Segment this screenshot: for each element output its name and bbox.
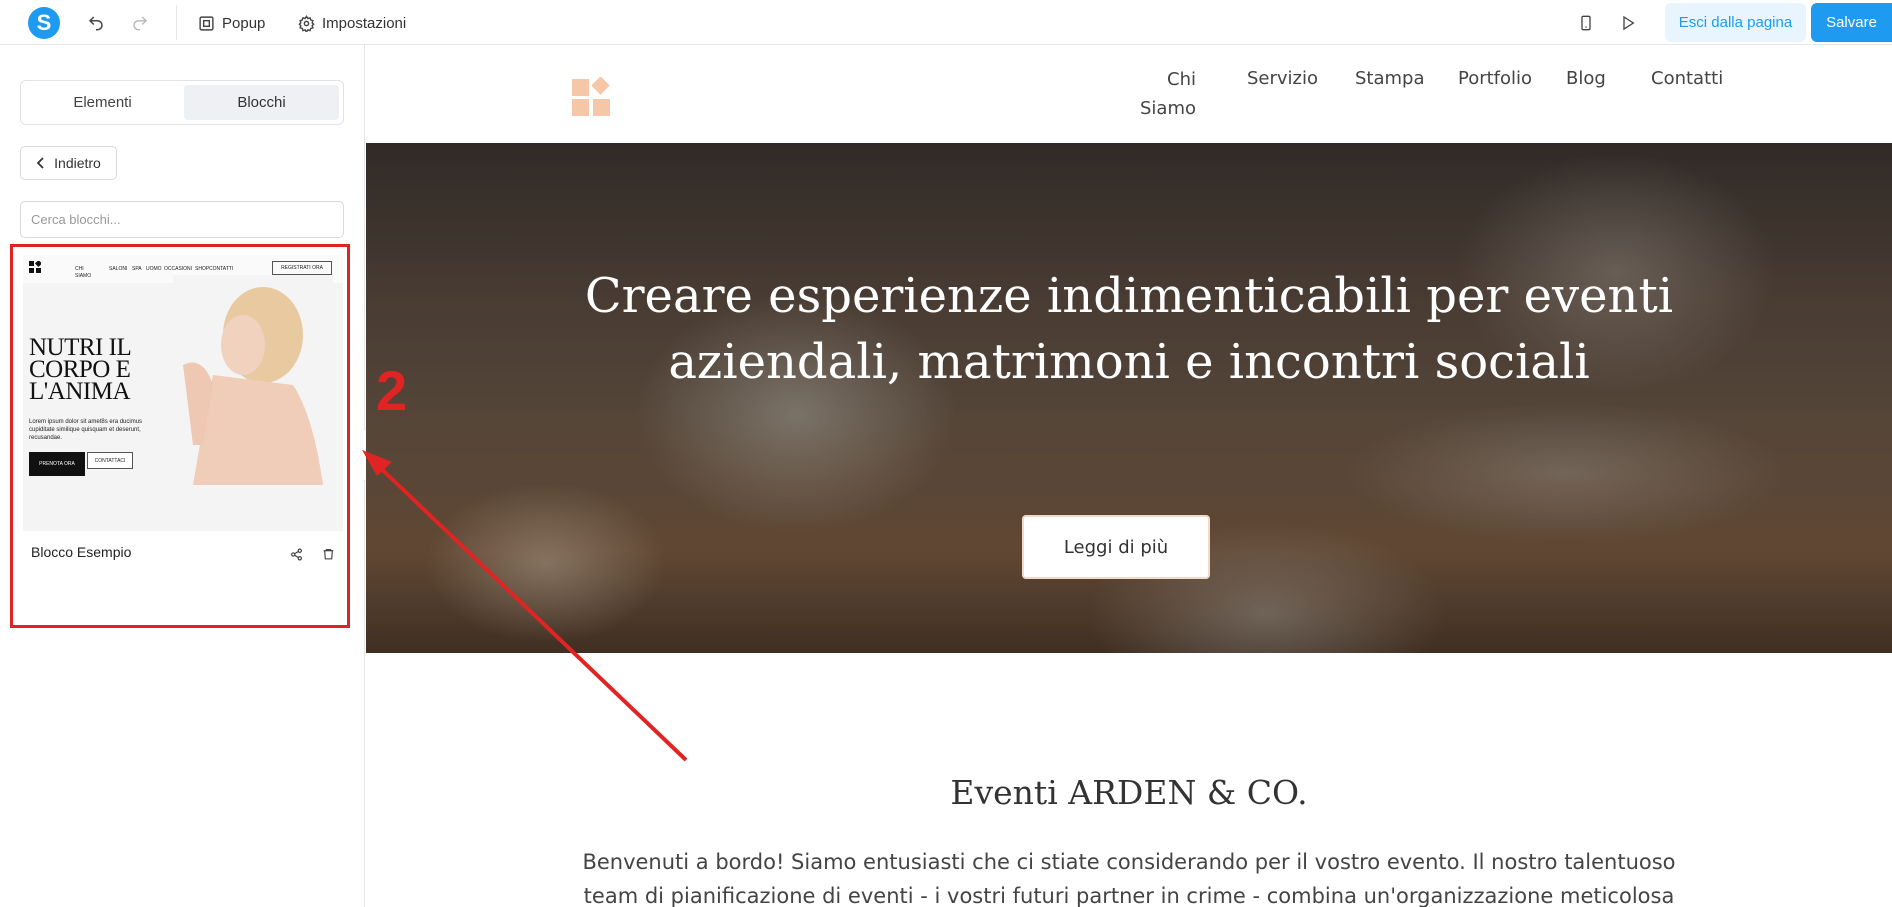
block-name: Blocco Esempio: [31, 544, 132, 560]
toolbar-divider: [176, 5, 177, 40]
editor-toolbar: S Popup Impostazioni Esci dalla pagina S…: [0, 0, 1892, 45]
popup-button[interactable]: Popup: [198, 11, 265, 35]
popup-icon: [199, 15, 214, 31]
mobile-preview-icon[interactable]: [1575, 12, 1597, 34]
chevron-left-icon: [36, 157, 44, 169]
section-title: Eventi ARDEN & CO.: [950, 773, 1308, 812]
nav-blog[interactable]: Blog: [1566, 68, 1606, 89]
block-preview-thumbnail[interactable]: CHI SIAMO SALONI SPA UOMO OCCASIONI SHOP…: [23, 255, 343, 531]
site-logo-icon[interactable]: [572, 77, 612, 117]
section-paragraph: Benvenuti a bordo! Siamo entusiasti che …: [582, 850, 1676, 907]
nav-stampa[interactable]: Stampa: [1355, 68, 1425, 89]
preview-nav-item: CHI SIAMO: [75, 266, 92, 279]
hero-title: Creare esperienze indimenticabili per ev…: [584, 268, 1674, 390]
undo-icon[interactable]: [85, 12, 107, 34]
preview-title: NUTRI IL CORPO E L'ANIMA: [29, 335, 132, 405]
preview-nav-item: CONTATTI: [209, 266, 234, 272]
nav-contatti[interactable]: Contatti: [1651, 68, 1723, 89]
preview-nav-item: SPA: [132, 266, 142, 272]
tab-elementi[interactable]: Elementi: [25, 85, 180, 120]
hero-section: Creare esperienze indimenticabili per ev…: [366, 143, 1892, 653]
redo-icon[interactable]: [129, 12, 151, 34]
blocks-sidebar: Elementi Blocchi Indietro CHI SIAMO SALO…: [0, 45, 365, 907]
annotation-step-number: 2: [376, 359, 408, 422]
back-label: Indietro: [54, 155, 101, 171]
share-icon[interactable]: [288, 546, 304, 562]
preview-title-line: L'ANIMA: [29, 378, 131, 405]
save-button[interactable]: Salvare: [1811, 3, 1892, 42]
tab-blocchi[interactable]: Blocchi: [184, 85, 339, 120]
block-card-highlighted[interactable]: CHI SIAMO SALONI SPA UOMO OCCASIONI SHOP…: [10, 244, 350, 628]
preview-nav-item: OCCASIONI: [164, 266, 193, 272]
preview-primary-button: PRENOTA ORA: [29, 452, 85, 476]
site-nav: Chi Siamo Servizio Stampa Portfolio Blog…: [1136, 65, 1892, 121]
page-canvas: Chi Siamo Servizio Stampa Portfolio Blog…: [366, 45, 1892, 907]
settings-label: Impostazioni: [322, 14, 407, 32]
hero-read-more-button[interactable]: Leggi di più: [1022, 515, 1210, 579]
sidebar-tabs: Elementi Blocchi: [20, 80, 344, 125]
app-logo-icon[interactable]: S: [28, 7, 60, 39]
nav-chi-siamo[interactable]: Chi Siamo: [1136, 65, 1196, 123]
preview-nav-item: SALONI: [109, 266, 128, 272]
popup-label: Popup: [222, 14, 266, 32]
preview-secondary-button: CONTATTACI: [87, 452, 133, 469]
search-blocks-input[interactable]: [20, 201, 344, 238]
settings-button[interactable]: Impostazioni: [298, 11, 406, 35]
trash-icon[interactable]: [320, 546, 336, 562]
back-button[interactable]: Indietro: [20, 146, 117, 180]
preview-logo-icon: [29, 261, 41, 273]
preview-portrait-image: [173, 275, 333, 485]
preview-nav-item: SHOP: [195, 266, 210, 272]
gear-icon: [298, 14, 315, 32]
preview-body-text: Lorem ipsum dolor sit amet8s era ducimus…: [29, 419, 143, 441]
nav-servizio[interactable]: Servizio: [1247, 68, 1318, 89]
nav-portfolio[interactable]: Portfolio: [1458, 68, 1532, 89]
play-preview-icon[interactable]: [1617, 12, 1639, 34]
preview-cta: REGISTRATI ORA: [272, 261, 332, 275]
exit-page-button[interactable]: Esci dalla pagina: [1665, 3, 1806, 42]
preview-nav-item: UOMO: [146, 266, 162, 272]
